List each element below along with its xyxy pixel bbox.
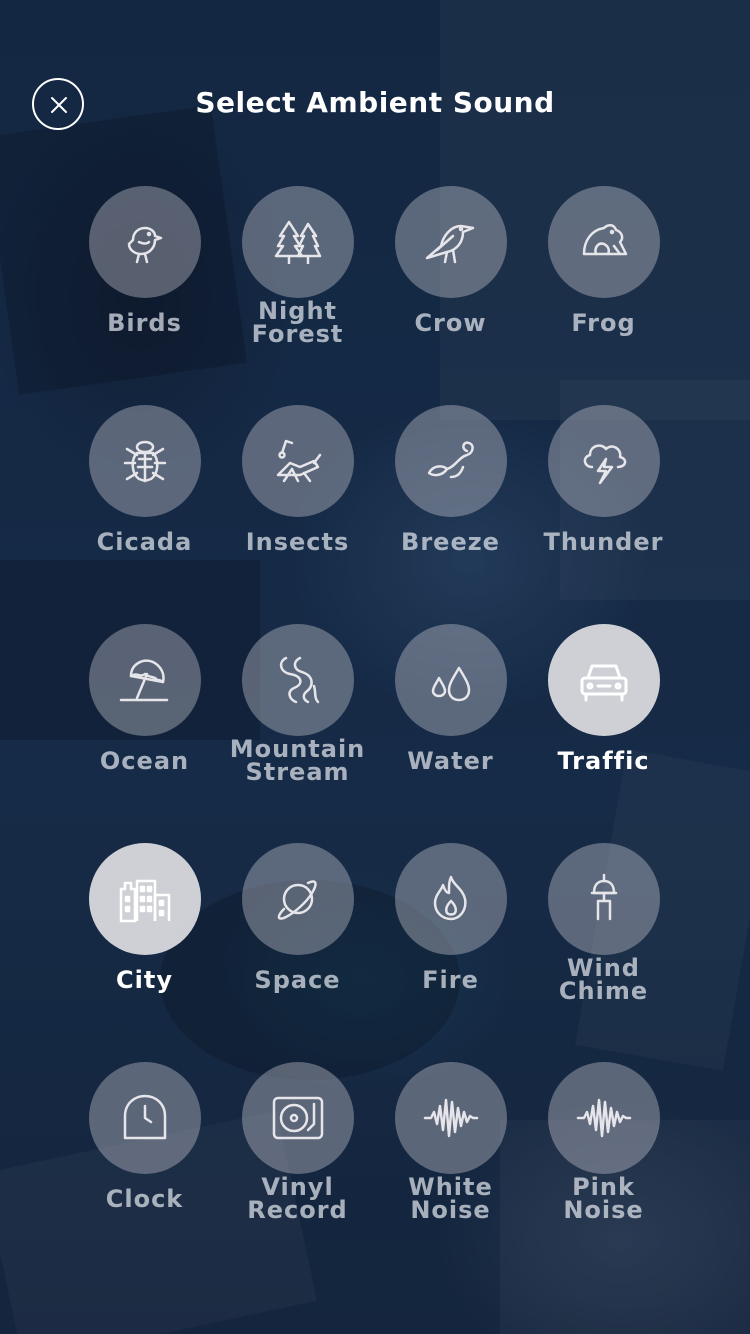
car-icon	[580, 664, 628, 702]
sound-label: Pink Noise	[563, 1173, 644, 1224]
crow-icon	[425, 224, 475, 264]
sound-button[interactable]	[395, 186, 507, 298]
planet-icon	[277, 880, 317, 920]
waveform-icon	[423, 1098, 479, 1138]
thunder-cloud-icon	[583, 444, 627, 485]
sound-button[interactable]	[395, 1062, 507, 1174]
sound-label: Night Forest	[251, 297, 344, 348]
sound-item-wind-chime[interactable]: Wind Chime	[527, 843, 680, 1043]
sound-button[interactable]	[242, 186, 354, 298]
sound-item-thunder[interactable]: Thunder	[527, 405, 680, 605]
frog-icon	[582, 224, 628, 256]
leaf-wind-icon	[427, 441, 474, 479]
sound-button[interactable]	[242, 405, 354, 517]
clock-icon	[123, 1094, 167, 1140]
sound-label: Crow	[414, 309, 487, 337]
sound-button[interactable]	[242, 1062, 354, 1174]
sound-label: Mountain Stream	[229, 735, 366, 786]
turntable-icon	[272, 1096, 324, 1140]
buildings-icon	[119, 879, 171, 923]
sound-button[interactable]	[242, 843, 354, 955]
sound-item-insects[interactable]: Insects	[221, 405, 374, 605]
sound-label: Fire	[422, 966, 479, 994]
flame-icon	[433, 875, 467, 921]
sound-button[interactable]	[89, 405, 201, 517]
sound-label: Frog	[571, 309, 636, 337]
stream-icon	[279, 656, 320, 704]
sound-button[interactable]	[395, 843, 507, 955]
sound-button[interactable]	[548, 1062, 660, 1174]
sound-label: Space	[254, 966, 341, 994]
sound-button[interactable]	[89, 1062, 201, 1174]
sound-item-city[interactable]: City	[68, 843, 221, 1043]
trees-icon	[274, 220, 322, 264]
sound-item-fire[interactable]: Fire	[374, 843, 527, 1043]
sound-label: Traffic	[557, 747, 650, 775]
sound-item-crow[interactable]: Crow	[374, 186, 527, 386]
sound-item-ocean[interactable]: Ocean	[68, 624, 221, 824]
waveform-icon	[576, 1098, 632, 1138]
sound-label: Vinyl Record	[247, 1173, 348, 1224]
sound-item-vinyl-record[interactable]: Vinyl Record	[221, 1062, 374, 1262]
sound-button[interactable]	[548, 843, 660, 955]
sound-button[interactable]	[242, 624, 354, 736]
sound-label: Thunder	[543, 528, 664, 556]
water-drops-icon	[431, 666, 471, 702]
bird-icon	[127, 226, 163, 264]
insect-icon	[276, 439, 322, 483]
sound-button[interactable]	[395, 405, 507, 517]
sound-item-traffic[interactable]: Traffic	[527, 624, 680, 824]
cicada-icon	[123, 440, 167, 483]
sound-label: Water	[407, 747, 494, 775]
sound-label: Clock	[105, 1185, 184, 1213]
sound-button[interactable]	[395, 624, 507, 736]
sound-label: Breeze	[401, 528, 500, 556]
sound-item-mountain-stream[interactable]: Mountain Stream	[221, 624, 374, 824]
sound-item-pink-noise[interactable]: Pink Noise	[527, 1062, 680, 1262]
sound-button[interactable]	[89, 624, 201, 736]
sound-label: White Noise	[408, 1173, 493, 1224]
sound-button[interactable]	[89, 186, 201, 298]
sound-label: Ocean	[99, 747, 190, 775]
sound-item-frog[interactable]: Frog	[527, 186, 680, 386]
sound-label: City	[116, 966, 173, 994]
sound-button[interactable]	[89, 843, 201, 955]
sound-label: Wind Chime	[558, 954, 649, 1005]
sound-item-clock[interactable]: Clock	[68, 1062, 221, 1262]
sound-label: Insects	[245, 528, 350, 556]
sound-item-night-forest[interactable]: Night Forest	[221, 186, 374, 386]
sound-item-birds[interactable]: Birds	[68, 186, 221, 386]
sound-button[interactable]	[548, 624, 660, 736]
sound-item-water[interactable]: Water	[374, 624, 527, 824]
sound-button[interactable]	[548, 405, 660, 517]
beach-umbrella-icon	[119, 659, 169, 702]
sound-item-breeze[interactable]: Breeze	[374, 405, 527, 605]
sound-item-white-noise[interactable]: White Noise	[374, 1062, 527, 1262]
page-title: Select Ambient Sound	[195, 86, 555, 119]
sound-item-space[interactable]: Space	[221, 843, 374, 1043]
sound-label: Cicada	[96, 528, 193, 556]
sound-button[interactable]	[548, 186, 660, 298]
wind-chime-icon	[590, 873, 618, 921]
sound-item-cicada[interactable]: Cicada	[68, 405, 221, 605]
sound-label: Birds	[107, 309, 182, 337]
